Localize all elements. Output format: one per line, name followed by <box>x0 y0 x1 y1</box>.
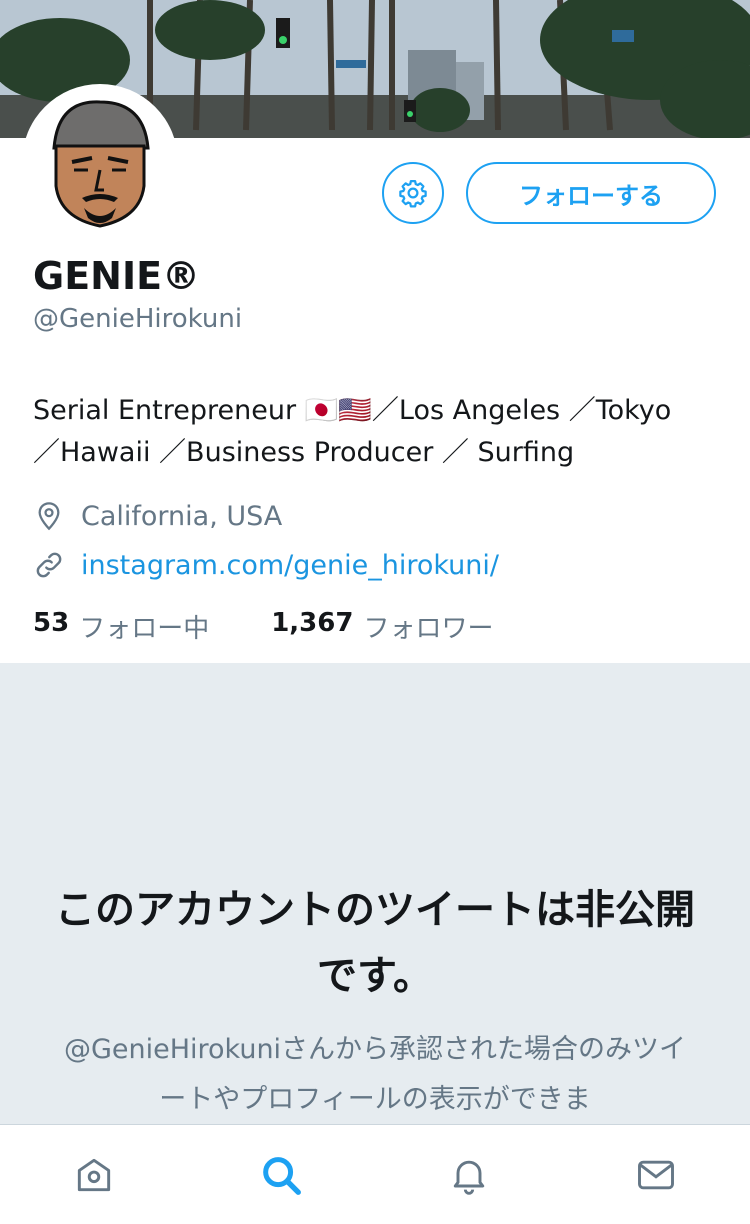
location-pin-icon <box>33 500 65 532</box>
website-link[interactable]: instagram.com/genie_hirokuni/ <box>81 550 499 581</box>
username: @GenieHirokuni <box>33 304 242 334</box>
website: instagram.com/genie_hirokuni/ <box>33 549 499 581</box>
tab-home[interactable] <box>0 1125 188 1224</box>
bio-line: Serial Entrepreneur 🇯🇵🇺🇸／Los Angeles ／To… <box>33 390 733 432</box>
search-icon <box>258 1152 304 1198</box>
tab-messages[interactable] <box>563 1125 750 1224</box>
display-name: GENIE® <box>33 254 200 298</box>
notice-description: @GenieHirokuniさんから承認された場合のみツイートやプロフィールの表… <box>60 1025 690 1125</box>
bio-line: ／Hawaii ／Business Producer ／ Surfing <box>33 432 733 474</box>
followers-label: フォロワー <box>363 608 493 645</box>
location: California, USA <box>33 500 282 532</box>
bio: Serial Entrepreneur 🇯🇵🇺🇸／Los Angeles ／To… <box>33 390 733 474</box>
notice-title: このアカウントのツイートは非公開です。 <box>50 877 700 1009</box>
gear-icon <box>398 178 428 208</box>
following-label: フォロー中 <box>79 608 209 645</box>
tab-search[interactable] <box>188 1125 376 1224</box>
messages-icon <box>634 1153 678 1197</box>
tab-notifications[interactable] <box>375 1125 563 1224</box>
avatar-illustration <box>28 90 172 234</box>
followers-count[interactable]: 1,367 フォロワー <box>271 608 493 645</box>
bottom-tab-bar <box>0 1124 750 1224</box>
notifications-icon <box>447 1153 491 1197</box>
profile-header: フォローする GENIE® @GenieHirokuni Serial Entr… <box>0 138 750 663</box>
protected-tweets-notice: このアカウントのツイートは非公開です。 @GenieHirokuniさんから承認… <box>0 663 750 1125</box>
following-number: 53 <box>33 608 69 645</box>
following-count[interactable]: 53 フォロー中 <box>33 608 209 645</box>
followers-number: 1,367 <box>271 608 353 645</box>
home-icon <box>72 1153 116 1197</box>
follow-counts: 53 フォロー中 1,367 フォロワー <box>33 608 555 645</box>
settings-button[interactable] <box>382 162 444 224</box>
follow-button[interactable]: フォローする <box>466 162 716 224</box>
link-icon <box>33 549 65 581</box>
location-text: California, USA <box>81 501 282 532</box>
avatar[interactable] <box>22 84 178 240</box>
